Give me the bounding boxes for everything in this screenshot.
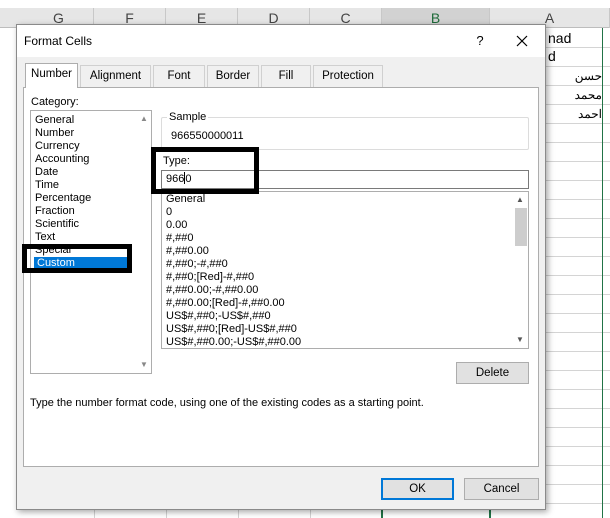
dialog-title: Format Cells xyxy=(24,34,93,48)
tab-border[interactable]: Border xyxy=(207,65,259,87)
list-item[interactable]: #,##0.00;[Red]-#,##0.00 xyxy=(166,297,285,310)
format-code-list[interactable]: General 0 0.00 #,##0 #,##0.00 #,##0;-#,#… xyxy=(161,191,529,349)
list-item[interactable]: General xyxy=(166,193,205,206)
cancel-button[interactable]: Cancel xyxy=(464,478,539,500)
format-scrollbar[interactable]: ▲ ▼ xyxy=(512,192,528,348)
delete-button[interactable]: Delete xyxy=(456,362,529,384)
tab-font[interactable]: Font xyxy=(153,65,205,87)
list-item[interactable]: US$#,##0;-US$#,##0 xyxy=(166,310,271,323)
tab-alignment[interactable]: Alignment xyxy=(80,65,151,87)
cell-a1[interactable]: nad xyxy=(548,30,571,46)
list-item[interactable]: 0.00 xyxy=(166,219,187,232)
type-label: Type: xyxy=(163,155,190,167)
list-item[interactable]: 0 xyxy=(166,206,172,219)
list-item[interactable]: #,##0;[Red]-#,##0 xyxy=(166,271,254,284)
list-item[interactable]: Currency xyxy=(35,140,80,153)
list-item[interactable]: Special xyxy=(35,244,71,257)
type-input[interactable]: 9660 xyxy=(161,170,529,189)
list-item[interactable]: #,##0.00;-#,##0.00 xyxy=(166,284,258,297)
scroll-thumb[interactable] xyxy=(515,208,527,246)
cell-a5[interactable]: احمد xyxy=(562,107,602,121)
tab-fill[interactable]: Fill xyxy=(261,65,311,87)
cell-a4[interactable]: محمد xyxy=(562,88,602,102)
ok-button[interactable]: OK xyxy=(381,478,454,500)
scroll-down-icon[interactable]: ▼ xyxy=(515,335,525,345)
scroll-up-icon[interactable]: ▲ xyxy=(139,114,149,124)
cell-a2[interactable]: d xyxy=(548,48,556,64)
category-scrollbar[interactable]: ▲ ▼ xyxy=(137,111,151,373)
format-cells-dialog: Format Cells ? Number Alignment Font Bor… xyxy=(16,24,546,510)
list-item[interactable]: US$#,##0;[Red]-US$#,##0 xyxy=(166,323,297,336)
dialog-titlebar[interactable]: Format Cells ? xyxy=(17,25,545,57)
type-value-after-caret: 0 xyxy=(185,173,192,185)
scroll-up-icon[interactable]: ▲ xyxy=(515,195,525,205)
help-button[interactable]: ? xyxy=(470,31,490,51)
list-item[interactable]: Fraction xyxy=(35,205,75,218)
list-item[interactable]: #,##0 xyxy=(166,232,194,245)
type-value-before-caret: 966 xyxy=(166,173,185,185)
list-item[interactable]: #,##0.00 xyxy=(166,245,209,258)
sample-label: Sample xyxy=(167,111,209,123)
list-item[interactable]: Number xyxy=(35,127,74,140)
selected-column-edge xyxy=(602,28,603,518)
category-label: Category: xyxy=(31,96,79,108)
list-item[interactable]: Accounting xyxy=(35,153,89,166)
close-icon xyxy=(516,35,528,47)
tab-number[interactable]: Number xyxy=(25,63,78,88)
list-item[interactable]: Percentage xyxy=(35,192,91,205)
list-item[interactable]: Scientific xyxy=(35,218,79,231)
list-item[interactable]: Time xyxy=(35,179,59,192)
list-item[interactable]: Date xyxy=(35,166,58,179)
sample-value: 966550000011 xyxy=(171,130,244,142)
category-list[interactable]: General Number Currency Accounting Date … xyxy=(30,110,152,374)
list-item[interactable]: US$#,##0.00;-US$#,##0.00 xyxy=(166,336,301,348)
list-item[interactable]: Text xyxy=(35,231,55,244)
hint-text: Type the number format code, using one o… xyxy=(30,397,424,409)
close-button[interactable] xyxy=(511,30,533,52)
list-item[interactable]: General xyxy=(35,114,74,127)
list-item[interactable]: #,##0;-#,##0 xyxy=(166,258,228,271)
scroll-down-icon[interactable]: ▼ xyxy=(139,360,149,370)
tab-protection[interactable]: Protection xyxy=(313,65,383,87)
cell-a3[interactable]: حسن xyxy=(572,69,602,83)
list-item-selected[interactable]: Custom xyxy=(34,257,132,270)
